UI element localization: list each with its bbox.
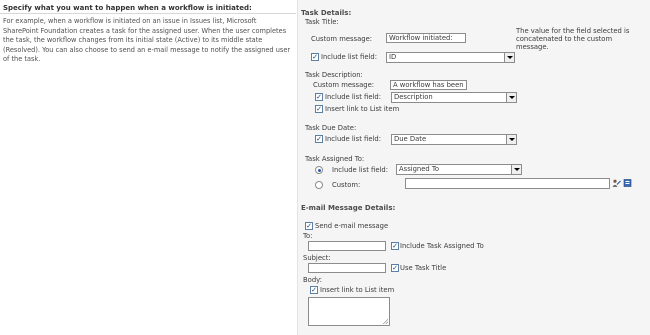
people-picker-icon[interactable] — [612, 179, 621, 187]
address-book-icon[interactable] — [623, 179, 632, 187]
assigned-include-label: Include list field: — [332, 166, 389, 174]
task-details-heading: Task Details: — [301, 9, 352, 17]
task-due-date-include-value: Due Date — [394, 135, 427, 143]
checkmark-icon: ✓ — [392, 264, 398, 272]
task-title-include-value: ID — [389, 53, 397, 61]
body-insert-link-label: Insert link to List item — [320, 286, 395, 294]
task-description-label: Task Description: — [305, 71, 363, 79]
task-description-include-select[interactable]: Description — [391, 92, 517, 103]
body-textarea[interactable] — [308, 297, 390, 326]
task-description-custom-message-label: Custom message: — [313, 81, 375, 89]
section-description: For example, when a workflow is initiate… — [3, 17, 291, 63]
subject-input[interactable] — [308, 263, 386, 273]
task-due-date-include-label: Include list field: — [325, 135, 382, 143]
body-label: Body: — [303, 276, 322, 284]
assigned-custom-radio[interactable] — [315, 181, 323, 189]
task-description-include-label: Include list field: — [325, 93, 382, 101]
assigned-custom-input[interactable] — [405, 178, 610, 189]
resize-grip-icon[interactable] — [383, 319, 388, 324]
section-title: Specify what you want to happen when a w… — [3, 4, 252, 12]
dropdown-arrow-icon[interactable] — [506, 135, 516, 144]
checkmark-icon: ✓ — [316, 135, 322, 143]
task-assigned-to-label: Task Assigned To: — [305, 155, 365, 163]
assigned-include-select[interactable]: Assigned To — [396, 164, 522, 175]
checkmark-icon: ✓ — [306, 222, 312, 230]
task-description-include-checkbox[interactable]: ✓ — [315, 93, 323, 101]
subject-label: Subject: — [303, 254, 331, 262]
task-description-custom-message-input[interactable]: A workflow has been — [390, 80, 467, 90]
dropdown-arrow-icon[interactable] — [506, 93, 516, 102]
assigned-include-value: Assigned To — [399, 165, 440, 173]
checkmark-icon: ✓ — [312, 53, 318, 61]
to-input[interactable] — [308, 241, 386, 251]
email-details-heading: E-mail Message Details: — [301, 204, 396, 212]
section-description-panel: Specify what you want to happen when a w… — [0, 0, 296, 335]
task-title-include-checkbox[interactable]: ✓ — [311, 53, 319, 61]
concatenation-note: The value for the field selected is conc… — [516, 27, 630, 51]
include-assigned-checkbox[interactable]: ✓ — [391, 242, 399, 250]
checkmark-icon: ✓ — [316, 105, 322, 113]
checkmark-icon: ✓ — [392, 242, 398, 250]
section-divider — [0, 13, 296, 14]
assigned-include-radio[interactable] — [315, 166, 323, 174]
task-description-insert-link-label: Insert link to List item — [325, 105, 400, 113]
task-title-custom-message-input[interactable]: Workflow initiated: — [386, 33, 466, 43]
task-title-include-select[interactable]: ID — [386, 52, 515, 63]
task-description-include-value: Description — [394, 93, 433, 101]
use-task-title-checkbox[interactable]: ✓ — [391, 264, 399, 272]
to-label: To: — [303, 232, 313, 240]
dropdown-arrow-icon[interactable] — [504, 53, 514, 62]
include-assigned-label: Include Task Assigned To — [400, 242, 484, 250]
task-description-insert-link-checkbox[interactable]: ✓ — [315, 105, 323, 113]
checkmark-icon: ✓ — [316, 93, 322, 101]
task-due-date-label: Task Due Date: — [305, 124, 357, 132]
task-title-label: Task Title: — [305, 18, 339, 26]
send-email-checkbox[interactable]: ✓ — [305, 222, 313, 230]
body-insert-link-checkbox[interactable]: ✓ — [310, 286, 318, 294]
dropdown-arrow-icon[interactable] — [511, 165, 521, 174]
assigned-custom-label: Custom: — [332, 181, 361, 189]
task-due-date-include-select[interactable]: Due Date — [391, 134, 517, 145]
task-title-custom-message-label: Custom message: — [311, 35, 373, 43]
task-title-include-label: Include list field: — [321, 53, 378, 61]
task-due-date-include-checkbox[interactable]: ✓ — [315, 135, 323, 143]
use-task-title-label: Use Task Title — [400, 264, 447, 272]
send-email-label: Send e-mail message — [315, 222, 389, 230]
checkmark-icon: ✓ — [311, 286, 317, 294]
